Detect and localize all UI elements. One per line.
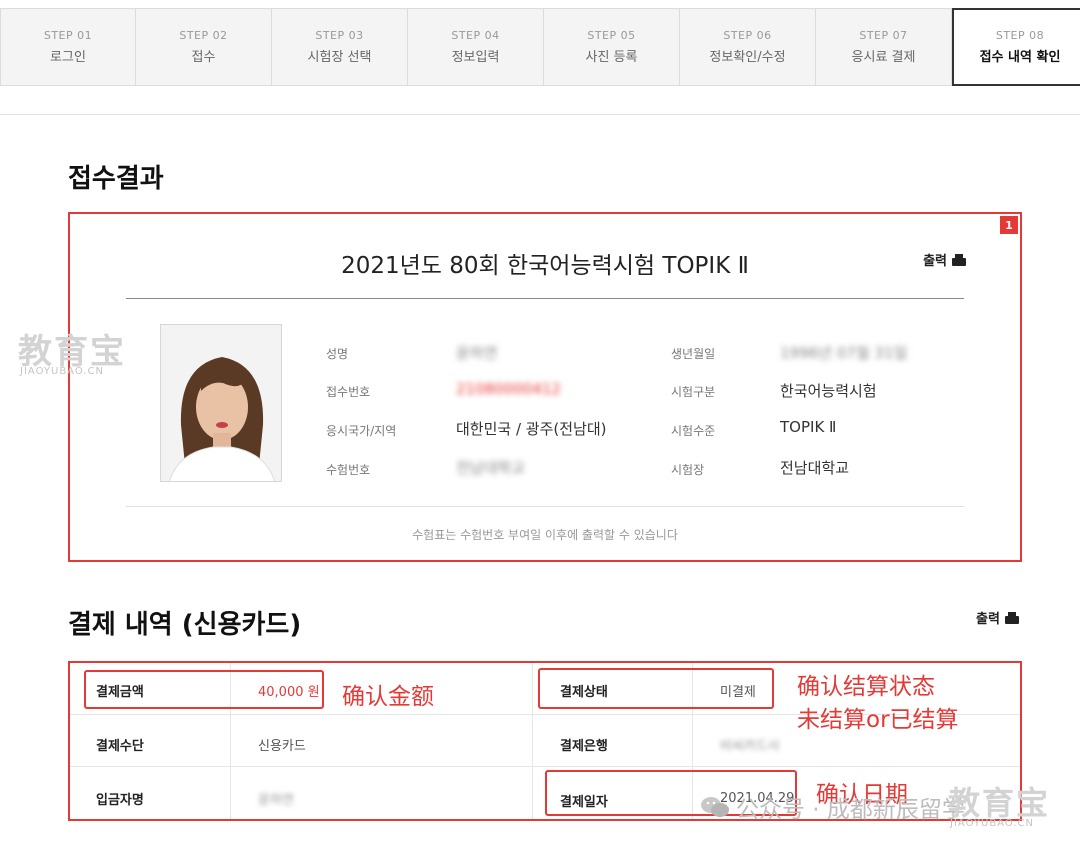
step-label: 정보입력: [451, 50, 500, 65]
ticket-print-notice: 수험표는 수험번호 부여일 이후에 출력할 수 있습니다: [412, 528, 678, 542]
step-number: STEP 04: [451, 29, 500, 42]
step-08-active[interactable]: STEP 08 접수 내역 확인: [952, 8, 1080, 86]
status-annotation-line1: 确认结算状态: [797, 674, 935, 700]
payment-section-title-text: 결제 내역 (신용카드): [68, 610, 302, 640]
print-label: 출력: [976, 612, 1000, 627]
name-label: 성명: [326, 347, 349, 361]
person-photo-icon: [161, 325, 281, 481]
depositor-value: 윤하연: [258, 793, 294, 808]
payment-print-button[interactable]: 출력: [976, 608, 1019, 627]
step-label: 응시료 결제: [851, 50, 916, 65]
step-04[interactable]: STEP 04 정보입력: [408, 8, 544, 86]
step-number: STEP 05: [587, 29, 636, 42]
bank-value: 비씨카드사: [720, 739, 780, 754]
step-label: 로그인: [50, 50, 86, 65]
step-number: STEP 06: [723, 29, 772, 42]
printer-icon: [1004, 611, 1019, 624]
exam-title: 2021년도 80회 한국어능력시험 TOPIK Ⅱ: [341, 253, 749, 279]
step-label: 접수 내역 확인: [979, 50, 1061, 65]
country-label: 응시국가/지역: [326, 424, 397, 438]
result-print-button[interactable]: 출력: [923, 250, 966, 269]
amount-highlight-box: [84, 670, 324, 709]
step-label: 정보확인/수정: [709, 50, 786, 65]
step-number: STEP 03: [315, 29, 364, 42]
receipt-number-label: 접수번호: [326, 385, 371, 399]
level-label: 시험수준: [671, 424, 716, 438]
title-rule: [126, 298, 964, 299]
status-annotation-line2: 未结算or已结算: [797, 707, 959, 733]
birth-label: 생년월일: [671, 347, 716, 361]
watermark-logo-sub: JIAOYUBAO.CN: [20, 366, 104, 377]
venue-value: 전남대학교: [780, 459, 850, 477]
method-value: 신용카드: [258, 739, 306, 754]
step-05[interactable]: STEP 05 사진 등록: [544, 8, 680, 86]
step-03[interactable]: STEP 03 시험장 선택: [272, 8, 408, 86]
step-07[interactable]: STEP 07 응시료 결제: [816, 8, 952, 86]
step-label: 접수: [191, 50, 216, 65]
country-value: 대한민국 / 광주(전남대): [456, 420, 607, 438]
method-label: 결제수단: [96, 739, 144, 754]
ticket-number-value: 전남대학교: [456, 459, 526, 477]
result-section-title-text: 접수결과: [68, 164, 164, 194]
wechat-icon: [701, 797, 729, 817]
depositor-label: 입금자명: [96, 793, 144, 808]
printer-icon: [952, 253, 966, 266]
step-06[interactable]: STEP 06 정보확인/수정: [680, 8, 816, 86]
watermark-account-text: 公众号 · 成都新辰留学: [736, 797, 965, 823]
step-01[interactable]: STEP 01 로그인: [0, 8, 136, 86]
receipt-number-value: 21080000412: [456, 380, 561, 398]
venue-label: 시험장: [671, 463, 705, 477]
watermark-account: 公众号 · 成都新辰留学: [700, 790, 965, 824]
exam-type-value: 한국어능력시험: [780, 382, 877, 400]
step-number: STEP 08: [995, 29, 1045, 42]
birth-value: 1996년 07월 31일: [780, 344, 908, 362]
step-number: STEP 07: [859, 29, 908, 42]
amount-annotation: 确认金额: [342, 684, 434, 710]
exam-type-label: 시험구분: [671, 385, 716, 399]
step-label: 시험장 선택: [307, 50, 372, 65]
payment-section-title: 결제 내역 (신용카드): [68, 604, 302, 643]
step-navigation: STEP 01 로그인 STEP 02 접수 STEP 03 시험장 선택 ST…: [0, 8, 1080, 86]
ticket-number-label: 수험번호: [326, 463, 371, 477]
step-number: STEP 01: [43, 29, 93, 42]
step-02[interactable]: STEP 02 접수: [136, 8, 272, 86]
box-number-badge: 1: [1000, 216, 1018, 234]
print-label: 출력: [923, 254, 947, 269]
result-section-title: 접수결과: [68, 158, 164, 197]
bank-label: 결제은행: [560, 739, 608, 754]
name-value: 윤하연: [456, 344, 498, 362]
level-value: TOPIK Ⅱ: [780, 418, 837, 436]
applicant-photo: [160, 324, 282, 482]
header-divider: [0, 114, 1080, 115]
step-label: 사진 등록: [585, 50, 638, 65]
status-highlight-box: [538, 668, 774, 709]
result-box: 1 2021년도 80회 한국어능력시험 TOPIK Ⅱ 출력 성명 윤하연 생…: [68, 212, 1022, 562]
notice-rule: [126, 506, 964, 507]
step-number: STEP 02: [179, 29, 228, 42]
watermark-logo-sub-2: JIAOYUBAO.CN: [950, 818, 1034, 829]
